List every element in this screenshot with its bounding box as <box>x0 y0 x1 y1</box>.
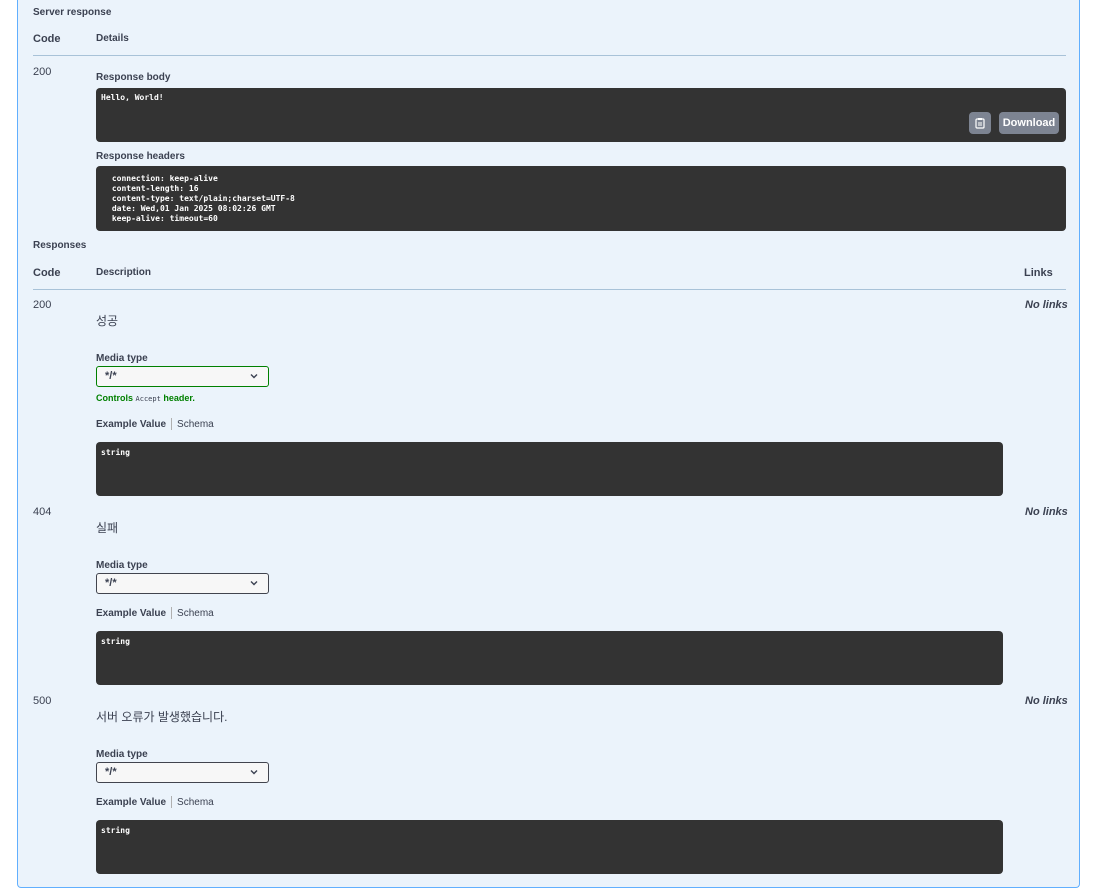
server-response-title: Server response <box>33 7 112 18</box>
tab-schema[interactable]: Schema <box>177 419 214 430</box>
response-header-line: connection: keep-alive <box>107 174 223 183</box>
response-headers-block[interactable]: connection: keep-alive content-length: 1… <box>96 166 1066 231</box>
response-description-200: 성공 <box>96 314 119 328</box>
copy-to-clipboard-button[interactable] <box>969 112 991 134</box>
chevron-down-icon <box>250 374 258 379</box>
server-response-details-header: Details <box>96 33 129 44</box>
response-links-500: No links <box>1025 695 1068 707</box>
server-response-code: 200 <box>33 66 52 78</box>
media-type-select[interactable]: */* <box>96 366 269 387</box>
chevron-down-icon <box>250 581 258 586</box>
media-type-value: */* <box>105 370 117 382</box>
example-value-text: string <box>101 826 130 835</box>
response-code-200: 200 <box>33 299 52 311</box>
chevron-down-icon <box>250 770 258 775</box>
response-code-500: 500 <box>33 695 52 707</box>
controls-accept-hint: Controls Accept header. <box>96 393 195 403</box>
response-body-block[interactable]: Hello, World! <box>96 88 1066 142</box>
controls-suffix: header. <box>163 393 195 403</box>
response-description-404: 실패 <box>96 521 119 535</box>
response-body-title: Response body <box>96 72 171 83</box>
response-header-line: content-type: text/plain;charset=UTF-8 <box>107 194 300 203</box>
server-response-header-rule <box>33 55 1066 56</box>
example-tabs: Example Value Schema <box>96 796 214 808</box>
response-links-200: No links <box>1025 299 1068 311</box>
responses-code-header: Code <box>33 267 61 279</box>
tab-divider <box>171 607 173 619</box>
example-tabs: Example Value Schema <box>96 607 214 619</box>
example-value-text: string <box>101 448 130 457</box>
example-tabs: Example Value Schema <box>96 418 214 430</box>
tab-example-value[interactable]: Example Value <box>96 797 166 808</box>
download-button[interactable]: Download <box>999 112 1059 134</box>
tab-divider <box>171 418 173 430</box>
media-type-label: Media type <box>96 353 148 364</box>
tab-example-value[interactable]: Example Value <box>96 608 166 619</box>
example-value-block[interactable]: string <box>96 442 1003 496</box>
media-type-value: */* <box>105 766 117 778</box>
example-value-block[interactable]: string <box>96 820 1003 874</box>
example-value-block[interactable]: string <box>96 631 1003 685</box>
responses-title: Responses <box>33 240 87 251</box>
clipboard-icon <box>975 118 985 129</box>
response-description-500: 서버 오류가 발생했습니다. <box>96 710 228 724</box>
media-type-value: */* <box>105 577 117 589</box>
tab-schema[interactable]: Schema <box>177 797 214 808</box>
example-value-text: string <box>101 637 130 646</box>
tab-divider <box>171 796 173 808</box>
tab-schema[interactable]: Schema <box>177 608 214 619</box>
response-code-404: 404 <box>33 506 52 518</box>
responses-description-header: Description <box>96 267 152 278</box>
response-links-404: No links <box>1025 506 1068 518</box>
media-type-label: Media type <box>96 560 148 571</box>
tab-example-value[interactable]: Example Value <box>96 419 166 430</box>
server-response-code-header: Code <box>33 33 61 45</box>
controls-prefix: Controls <box>96 393 133 403</box>
responses-header-rule <box>33 289 1066 290</box>
controls-code: Accept <box>135 395 161 403</box>
response-body-text: Hello, World! <box>101 93 164 102</box>
response-header-line: date: Wed,01 Jan 2025 08:02:26 GMT <box>107 204 281 213</box>
responses-links-header: Links <box>1024 267 1053 279</box>
media-type-select[interactable]: */* <box>96 762 269 783</box>
media-type-select[interactable]: */* <box>96 573 269 594</box>
response-header-line: content-length: 16 <box>107 184 204 193</box>
response-header-line: keep-alive: timeout=60 <box>107 214 223 223</box>
response-headers-title: Response headers <box>96 151 185 162</box>
media-type-label: Media type <box>96 749 148 760</box>
